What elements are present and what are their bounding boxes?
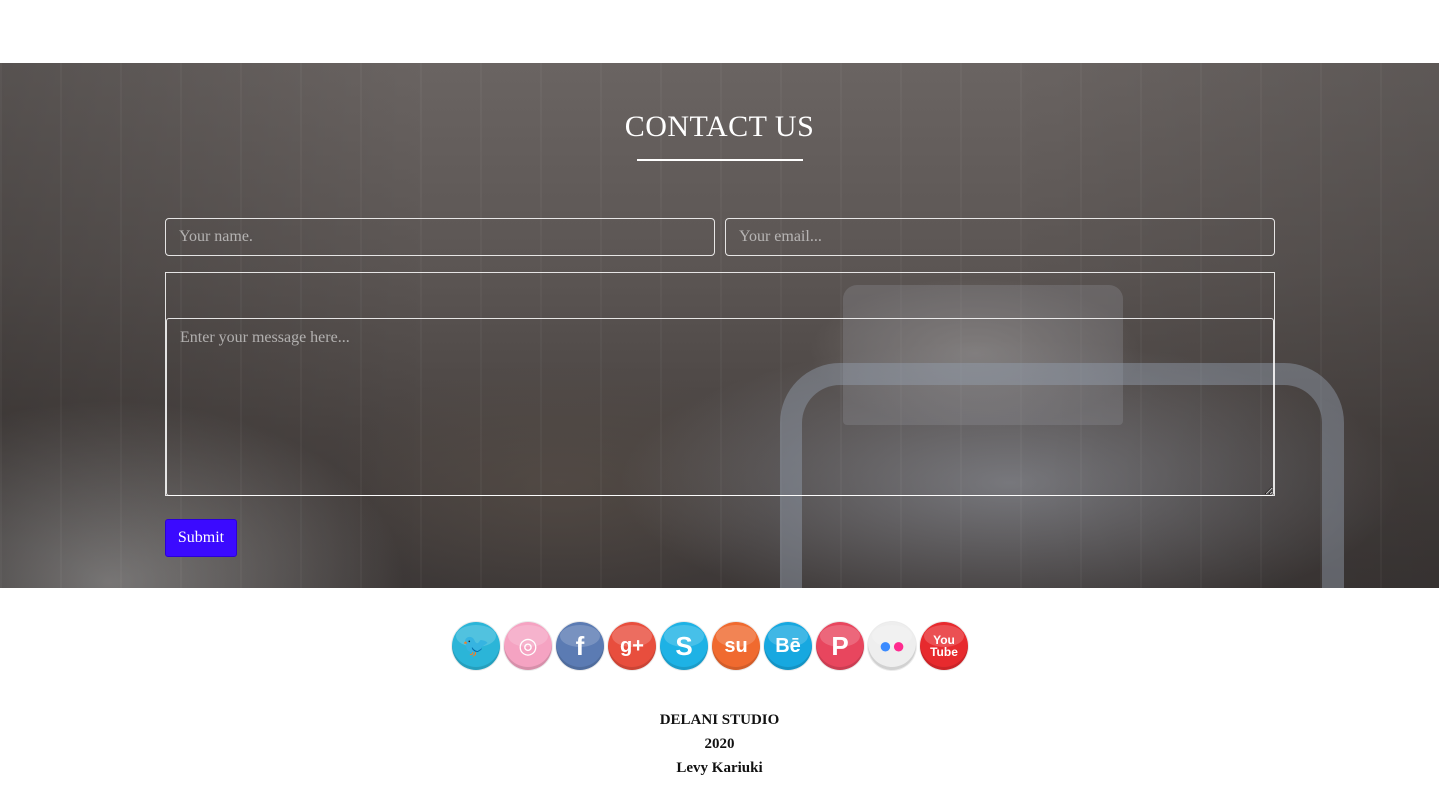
social-icons: 🐦 ◎ f g+ Ssu Bē P ●● You Tube (452, 622, 968, 672)
facebook-icon[interactable]: f (556, 622, 604, 670)
flickr-icon[interactable]: ●● (868, 622, 916, 670)
email-input[interactable] (725, 218, 1275, 256)
facebook-icon-glyph: f (575, 631, 585, 661)
name-input[interactable] (165, 218, 715, 256)
youtube-icon[interactable]: You Tube (920, 622, 968, 670)
pinterest-icon-glyph: P (831, 631, 849, 661)
pinterest-icon[interactable]: P (816, 622, 864, 670)
footer-year: 2020 (704, 736, 735, 752)
twitter-icon[interactable]: 🐦 (452, 622, 500, 670)
contact-section: CONTACT US Submit (0, 63, 1439, 588)
youtube-icon-glyph: You Tube (930, 633, 958, 659)
footer-author: Levy Kariuki (676, 760, 763, 776)
stumbleupon-icon-glyph: su (724, 635, 748, 657)
dribbble-icon[interactable]: ◎ (504, 622, 552, 670)
submit-button[interactable]: Submit (165, 519, 237, 557)
footer-studio: DELANI STUDIO (659, 712, 780, 728)
title-underline (637, 159, 803, 161)
contact-title: CONTACT US (624, 110, 815, 143)
skype-icon[interactable]: S (660, 622, 708, 670)
dribbble-icon-glyph: ◎ (518, 633, 538, 658)
skype-icon-glyph: S (675, 631, 693, 661)
stumbleupon-icon[interactable]: su (712, 622, 760, 670)
footer: DELANI STUDIO 2020 Levy Kariuki (0, 710, 1439, 782)
flickr-icon-glyph: ●● (878, 633, 906, 658)
message-textarea[interactable] (166, 318, 1274, 496)
google-plus-icon-glyph: g+ (620, 635, 644, 657)
behance-icon[interactable]: Bē (764, 622, 812, 670)
google-plus-icon[interactable]: g+ (608, 622, 656, 670)
behance-icon-glyph: Bē (775, 635, 801, 657)
twitter-icon-glyph: 🐦 (462, 633, 490, 658)
